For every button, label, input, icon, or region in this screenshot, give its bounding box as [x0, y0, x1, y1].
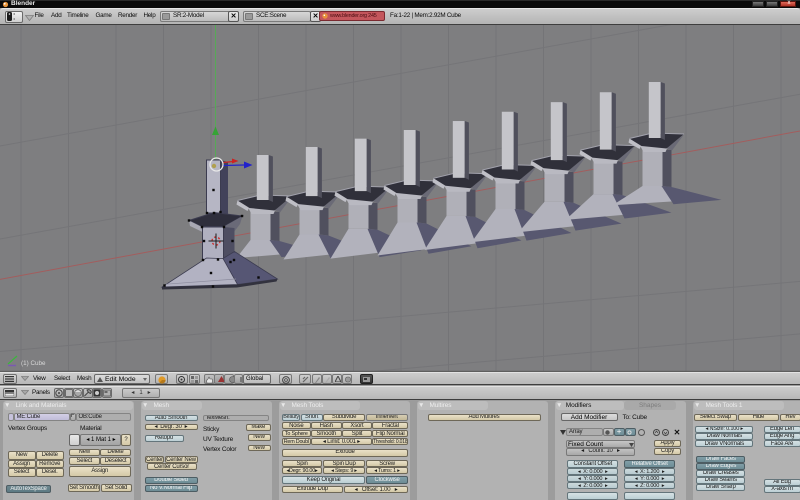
- svg-text:(1) Cube: (1) Cube: [21, 360, 46, 367]
